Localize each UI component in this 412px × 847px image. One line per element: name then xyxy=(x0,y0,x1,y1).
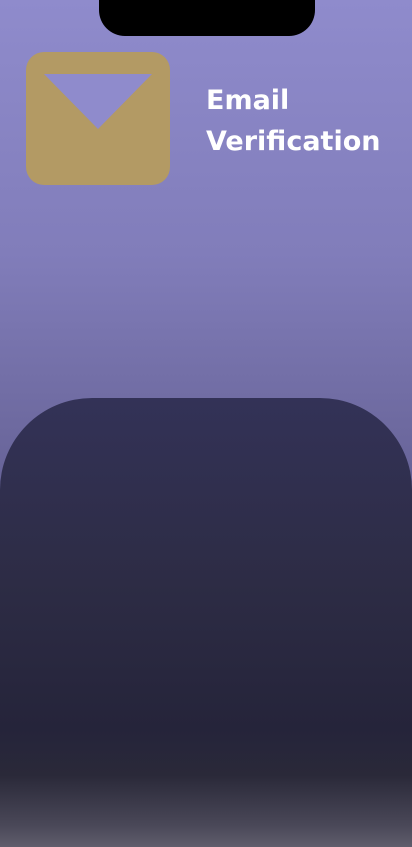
page-title: Email Verification xyxy=(206,80,406,162)
envelope-icon xyxy=(26,52,170,185)
verification-screen: Email Verification xyxy=(0,0,412,847)
page-title-line-1: Email xyxy=(206,85,290,116)
device-notch xyxy=(99,0,315,36)
page-title-line-2: Verification xyxy=(206,126,381,157)
content-panel xyxy=(0,398,412,847)
envelope-flap-icon xyxy=(44,74,152,129)
